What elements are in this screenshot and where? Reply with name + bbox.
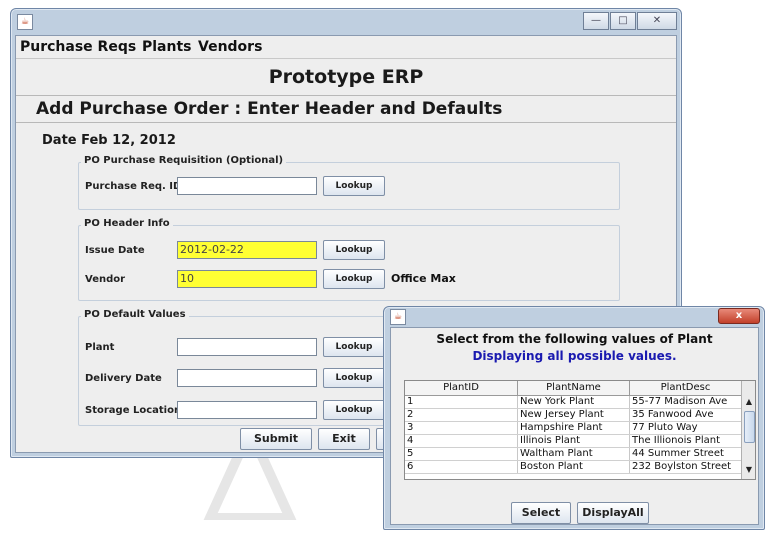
cell-plantdesc: 55-77 Madison Ave (632, 396, 728, 407)
plant-lookup-dialog: ☕ x Select from the following values of … (383, 306, 765, 530)
divider (16, 95, 676, 96)
select-button[interactable]: Select (511, 502, 571, 524)
minimize-icon[interactable]: — (583, 12, 609, 30)
java-cup-icon: ☕ (17, 14, 33, 30)
table-row[interactable]: 4 Illinois Plant The Illionois Plant (405, 435, 741, 448)
plant-input[interactable] (177, 338, 317, 356)
table-row[interactable]: 3 Hampshire Plant 77 Pluto Way (405, 422, 741, 435)
vendor-input[interactable]: 10 (177, 270, 317, 288)
defaults-group-title: PO Default Values (81, 309, 189, 320)
cell-plantdesc: 44 Summer Street (632, 448, 724, 459)
plant-table[interactable]: PlantID PlantName PlantDesc 1 New York P… (404, 380, 756, 480)
table-scrollbar[interactable]: ▲ ▼ (741, 381, 755, 479)
column-header-plantid[interactable]: PlantID (405, 381, 518, 395)
exit-button[interactable]: Exit (318, 428, 370, 450)
cell-plantname: New York Plant (518, 396, 630, 408)
cell-plantdesc: 232 Boylston Street (632, 461, 732, 472)
cell-plantdesc: 35 Fanwood Ave (632, 409, 714, 420)
date-label: Date Feb 12, 2012 (42, 133, 176, 148)
table-header: PlantID PlantName PlantDesc (405, 381, 741, 396)
cell-plantname: Boston Plant (518, 461, 630, 473)
column-header-plantdesc[interactable]: PlantDesc (630, 381, 741, 395)
display-all-button[interactable]: DisplayAll (577, 502, 649, 524)
header-group: PO Header Info Issue Date 2012-02-22 Loo… (78, 218, 620, 301)
dialog-client-area: Select from the following values of Plan… (390, 327, 759, 525)
delivery-date-lookup-button[interactable]: Lookup (323, 368, 385, 388)
scroll-up-icon[interactable]: ▲ (742, 395, 755, 409)
vendor-lookup-button[interactable]: Lookup (323, 269, 385, 289)
menu-purchase-reqs[interactable]: Purchase Reqs (20, 39, 136, 55)
storage-location-input[interactable] (177, 401, 317, 419)
cell-plantid: 5 (405, 448, 518, 460)
purchase-req-label: Purchase Req. ID (85, 181, 182, 192)
storage-location-lookup-button[interactable]: Lookup (323, 400, 385, 420)
header-group-title: PO Header Info (81, 218, 173, 229)
scroll-thumb[interactable] (744, 411, 755, 443)
menu-vendors[interactable]: Vendors (198, 39, 262, 55)
cell-plantname: Hampshire Plant (518, 422, 630, 434)
purchase-req-lookup-button[interactable]: Lookup (323, 176, 385, 196)
cell-plantid: 1 (405, 396, 518, 408)
cell-plantdesc: The Illionois Plant (632, 435, 720, 446)
requisition-group: PO Purchase Requisition (Optional) Purch… (78, 155, 620, 210)
issue-date-lookup-button[interactable]: Lookup (323, 240, 385, 260)
table-row[interactable]: 5 Waltham Plant 44 Summer Street (405, 448, 741, 461)
menu-bar: Purchase Reqs Plants Vendors (16, 36, 676, 59)
vendor-label: Vendor (85, 274, 126, 285)
submit-button[interactable]: Submit (240, 428, 312, 450)
dialog-subtitle: Displaying all possible values. (472, 349, 677, 363)
purchase-req-input[interactable] (177, 177, 317, 195)
delivery-date-input[interactable] (177, 369, 317, 387)
cell-plantname: Illinois Plant (518, 435, 630, 447)
app-title: Prototype ERP (268, 66, 424, 88)
cell-plantid: 2 (405, 409, 518, 421)
table-row[interactable]: 2 New Jersey Plant 35 Fanwood Ave (405, 409, 741, 422)
table-row[interactable]: 6 Boston Plant 232 Boylston Street (405, 461, 741, 474)
dialog-title: Select from the following values of Plan… (436, 332, 713, 346)
table-row[interactable]: 1 New York Plant 55-77 Madison Ave (405, 396, 741, 409)
cell-plantname: New Jersey Plant (518, 409, 630, 421)
divider (16, 122, 676, 123)
requisition-group-title: PO Purchase Requisition (Optional) (81, 155, 287, 166)
menu-plants[interactable]: Plants (142, 39, 192, 55)
plant-label: Plant (85, 342, 115, 353)
column-header-plantname[interactable]: PlantName (518, 381, 630, 395)
storage-location-label: Storage Location (85, 405, 182, 416)
issue-date-label: Issue Date (85, 245, 145, 256)
scroll-down-icon[interactable]: ▼ (742, 463, 755, 477)
plant-lookup-button[interactable]: Lookup (323, 337, 385, 357)
close-icon[interactable]: x (718, 308, 760, 324)
close-icon[interactable]: ✕ (637, 12, 677, 30)
cell-plantid: 6 (405, 461, 518, 473)
vendor-name-text: Office Max (391, 272, 456, 285)
cell-plantdesc: 77 Pluto Way (632, 422, 698, 433)
main-titlebar[interactable]: ☕ — □ ✕ (11, 9, 681, 33)
issue-date-input[interactable]: 2012-02-22 (177, 241, 317, 259)
delivery-date-label: Delivery Date (85, 373, 162, 384)
cell-plantid: 4 (405, 435, 518, 447)
maximize-icon[interactable]: □ (610, 12, 636, 30)
page-title: Add Purchase Order : Enter Header and De… (36, 99, 503, 119)
java-cup-icon: ☕ (390, 309, 406, 325)
cell-plantid: 3 (405, 422, 518, 434)
cell-plantname: Waltham Plant (518, 448, 630, 460)
